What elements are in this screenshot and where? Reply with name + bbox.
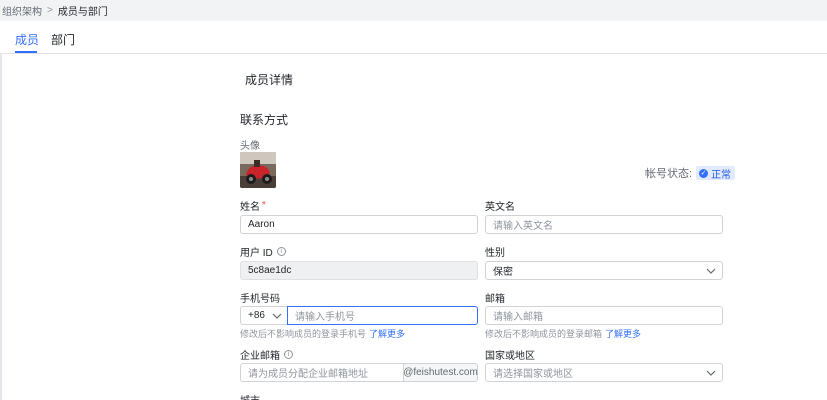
breadcrumb-parent[interactable]: 组织架构 [2, 3, 42, 18]
email-learn-more-link[interactable]: 了解更多 [605, 329, 641, 339]
country-code-value: +86 [248, 310, 265, 321]
avatar[interactable] [240, 152, 276, 188]
name-value: Aaron [248, 219, 275, 230]
name-label-text: 姓名 [240, 202, 260, 213]
user-id-label-text: 用户 ID [240, 248, 273, 259]
tab-bar: 成员 部门 [0, 21, 827, 54]
gender-select[interactable]: 保密 [485, 261, 723, 280]
breadcrumb-current: 成员与部门 [57, 7, 108, 18]
info-icon[interactable]: i [284, 350, 293, 359]
phone-input[interactable]: 请输入手机号 [287, 306, 478, 325]
status-text: 正常 [711, 169, 732, 181]
chevron-down-icon [272, 313, 282, 319]
tab-departments[interactable]: 部门 [51, 31, 75, 48]
country-code-select[interactable]: +86 [240, 306, 288, 325]
avatar-label: 头像 [240, 141, 260, 152]
phone-hint-text: 修改后不影响成员的登录手机号 [240, 329, 367, 339]
account-status-label: 帐号状态: [645, 168, 693, 180]
email-label: 邮箱 [485, 294, 505, 305]
phone-label: 手机号码 [240, 294, 280, 305]
gender-value: 保密 [493, 267, 513, 278]
chevron-down-icon [706, 370, 716, 376]
email-hint-text: 修改后不影响成员的登录邮箱 [485, 329, 603, 339]
required-mark: * [262, 200, 266, 211]
enterprise-email-label: 企业邮箱 i [240, 347, 293, 362]
email-placeholder: 请输入邮箱 [493, 312, 543, 323]
section-title: 联系方式 [240, 113, 289, 127]
english-name-label: 英文名 [485, 202, 515, 213]
breadcrumb: 组织架构 > 成员与部门 [0, 0, 827, 21]
tab-members[interactable]: 成员 [15, 31, 39, 48]
email-input[interactable]: 请输入邮箱 [485, 306, 723, 325]
region-select[interactable]: 请选择国家或地区 [485, 363, 723, 382]
region-label: 国家或地区 [485, 351, 535, 362]
phone-placeholder: 请输入手机号 [295, 312, 355, 323]
chevron-down-icon [706, 268, 716, 274]
account-status: 帐号状态: ✓ 正常 [645, 165, 736, 181]
gender-label: 性别 [485, 248, 505, 259]
enterprise-email-label-text: 企业邮箱 [240, 351, 280, 362]
info-icon[interactable]: i [276, 247, 286, 256]
english-name-placeholder: 请输入英文名 [493, 221, 553, 232]
name-label: 姓名 * [240, 198, 266, 213]
breadcrumb-separator: > [47, 5, 53, 16]
city-label: 城市 [240, 392, 260, 400]
left-divider [0, 54, 2, 400]
enterprise-email-input[interactable]: 请为成员分配企业邮箱地址 [240, 363, 404, 382]
user-id-label: 用户 ID i [240, 244, 286, 259]
enterprise-email-placeholder: 请为成员分配企业邮箱地址 [248, 369, 368, 380]
email-hint: 修改后不影响成员的登录邮箱 了解更多 [485, 327, 641, 340]
phone-learn-more-link[interactable]: 了解更多 [369, 329, 405, 339]
user-id-field: 5c8ae1dc [240, 261, 478, 280]
phone-hint: 修改后不影响成员的登录手机号 了解更多 [240, 327, 405, 340]
email-domain-suffix: @feishutest.com [403, 363, 478, 382]
region-placeholder: 请选择国家或地区 [493, 369, 573, 380]
user-id-value: 5c8ae1dc [248, 265, 292, 276]
name-input[interactable]: Aaron [240, 215, 478, 234]
english-name-input[interactable]: 请输入英文名 [485, 215, 723, 234]
active-tab-indicator [15, 51, 37, 53]
page-title: 成员详情 [245, 73, 294, 87]
status-badge: ✓ 正常 [696, 166, 736, 181]
check-circle-icon: ✓ [699, 168, 709, 178]
